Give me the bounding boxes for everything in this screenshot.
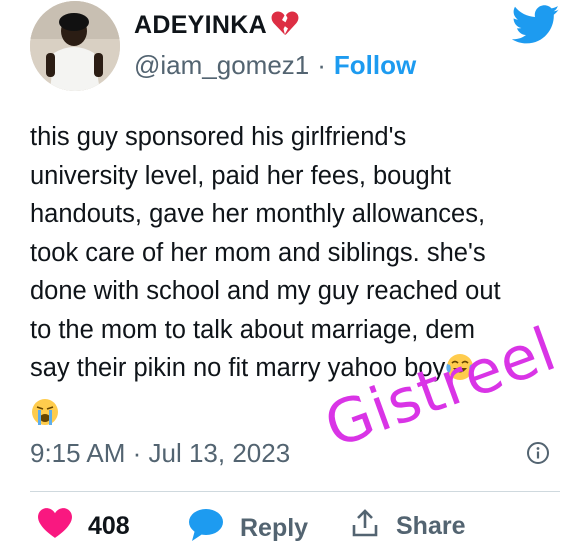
handle-row: @iam_gomez1 · Follow <box>134 50 416 81</box>
author-name-row[interactable]: ADEYINKA <box>134 10 299 41</box>
display-name[interactable]: ADEYINKA <box>134 11 267 40</box>
separator-dot: · <box>317 50 326 80</box>
avatar[interactable] <box>30 1 120 91</box>
tweet-card: ADEYINKA @iam_gomez1 · Follow this guy s… <box>0 0 584 559</box>
like-button[interactable]: 408 <box>38 508 130 545</box>
action-bar: 408 Reply Share <box>0 508 584 552</box>
tweet-line: this guy sponsored his girlfriend's <box>30 123 407 151</box>
tweet-line: university level, paid her fees, bought <box>30 161 451 190</box>
divider <box>30 491 560 492</box>
author-handle[interactable]: @iam_gomez1 <box>134 50 309 81</box>
info-icon[interactable] <box>526 441 550 465</box>
tweet-line: done with school and my guy reached out <box>30 277 501 305</box>
like-count: 408 <box>88 512 130 540</box>
share-label: Share <box>396 512 466 540</box>
reply-button[interactable]: Reply <box>188 508 308 549</box>
tweet-timestamp[interactable]: 9:15 AM · Jul 13, 2023 <box>30 438 290 469</box>
loudly-crying-emoji <box>30 397 60 439</box>
share-button[interactable]: Share <box>350 508 465 545</box>
share-upload-icon <box>350 508 380 545</box>
avatar-photo <box>30 1 120 91</box>
heart-icon <box>38 508 72 545</box>
broken-heart-icon <box>271 10 299 41</box>
tweet-line: handouts, gave her monthly allowances, <box>30 200 486 228</box>
speech-bubble-icon <box>188 508 224 549</box>
follow-button[interactable]: Follow <box>334 50 416 81</box>
reply-label: Reply <box>240 514 309 542</box>
tweet-line: took care of her mom and siblings. she's <box>30 238 486 267</box>
twitter-bird-icon[interactable] <box>511 5 560 45</box>
